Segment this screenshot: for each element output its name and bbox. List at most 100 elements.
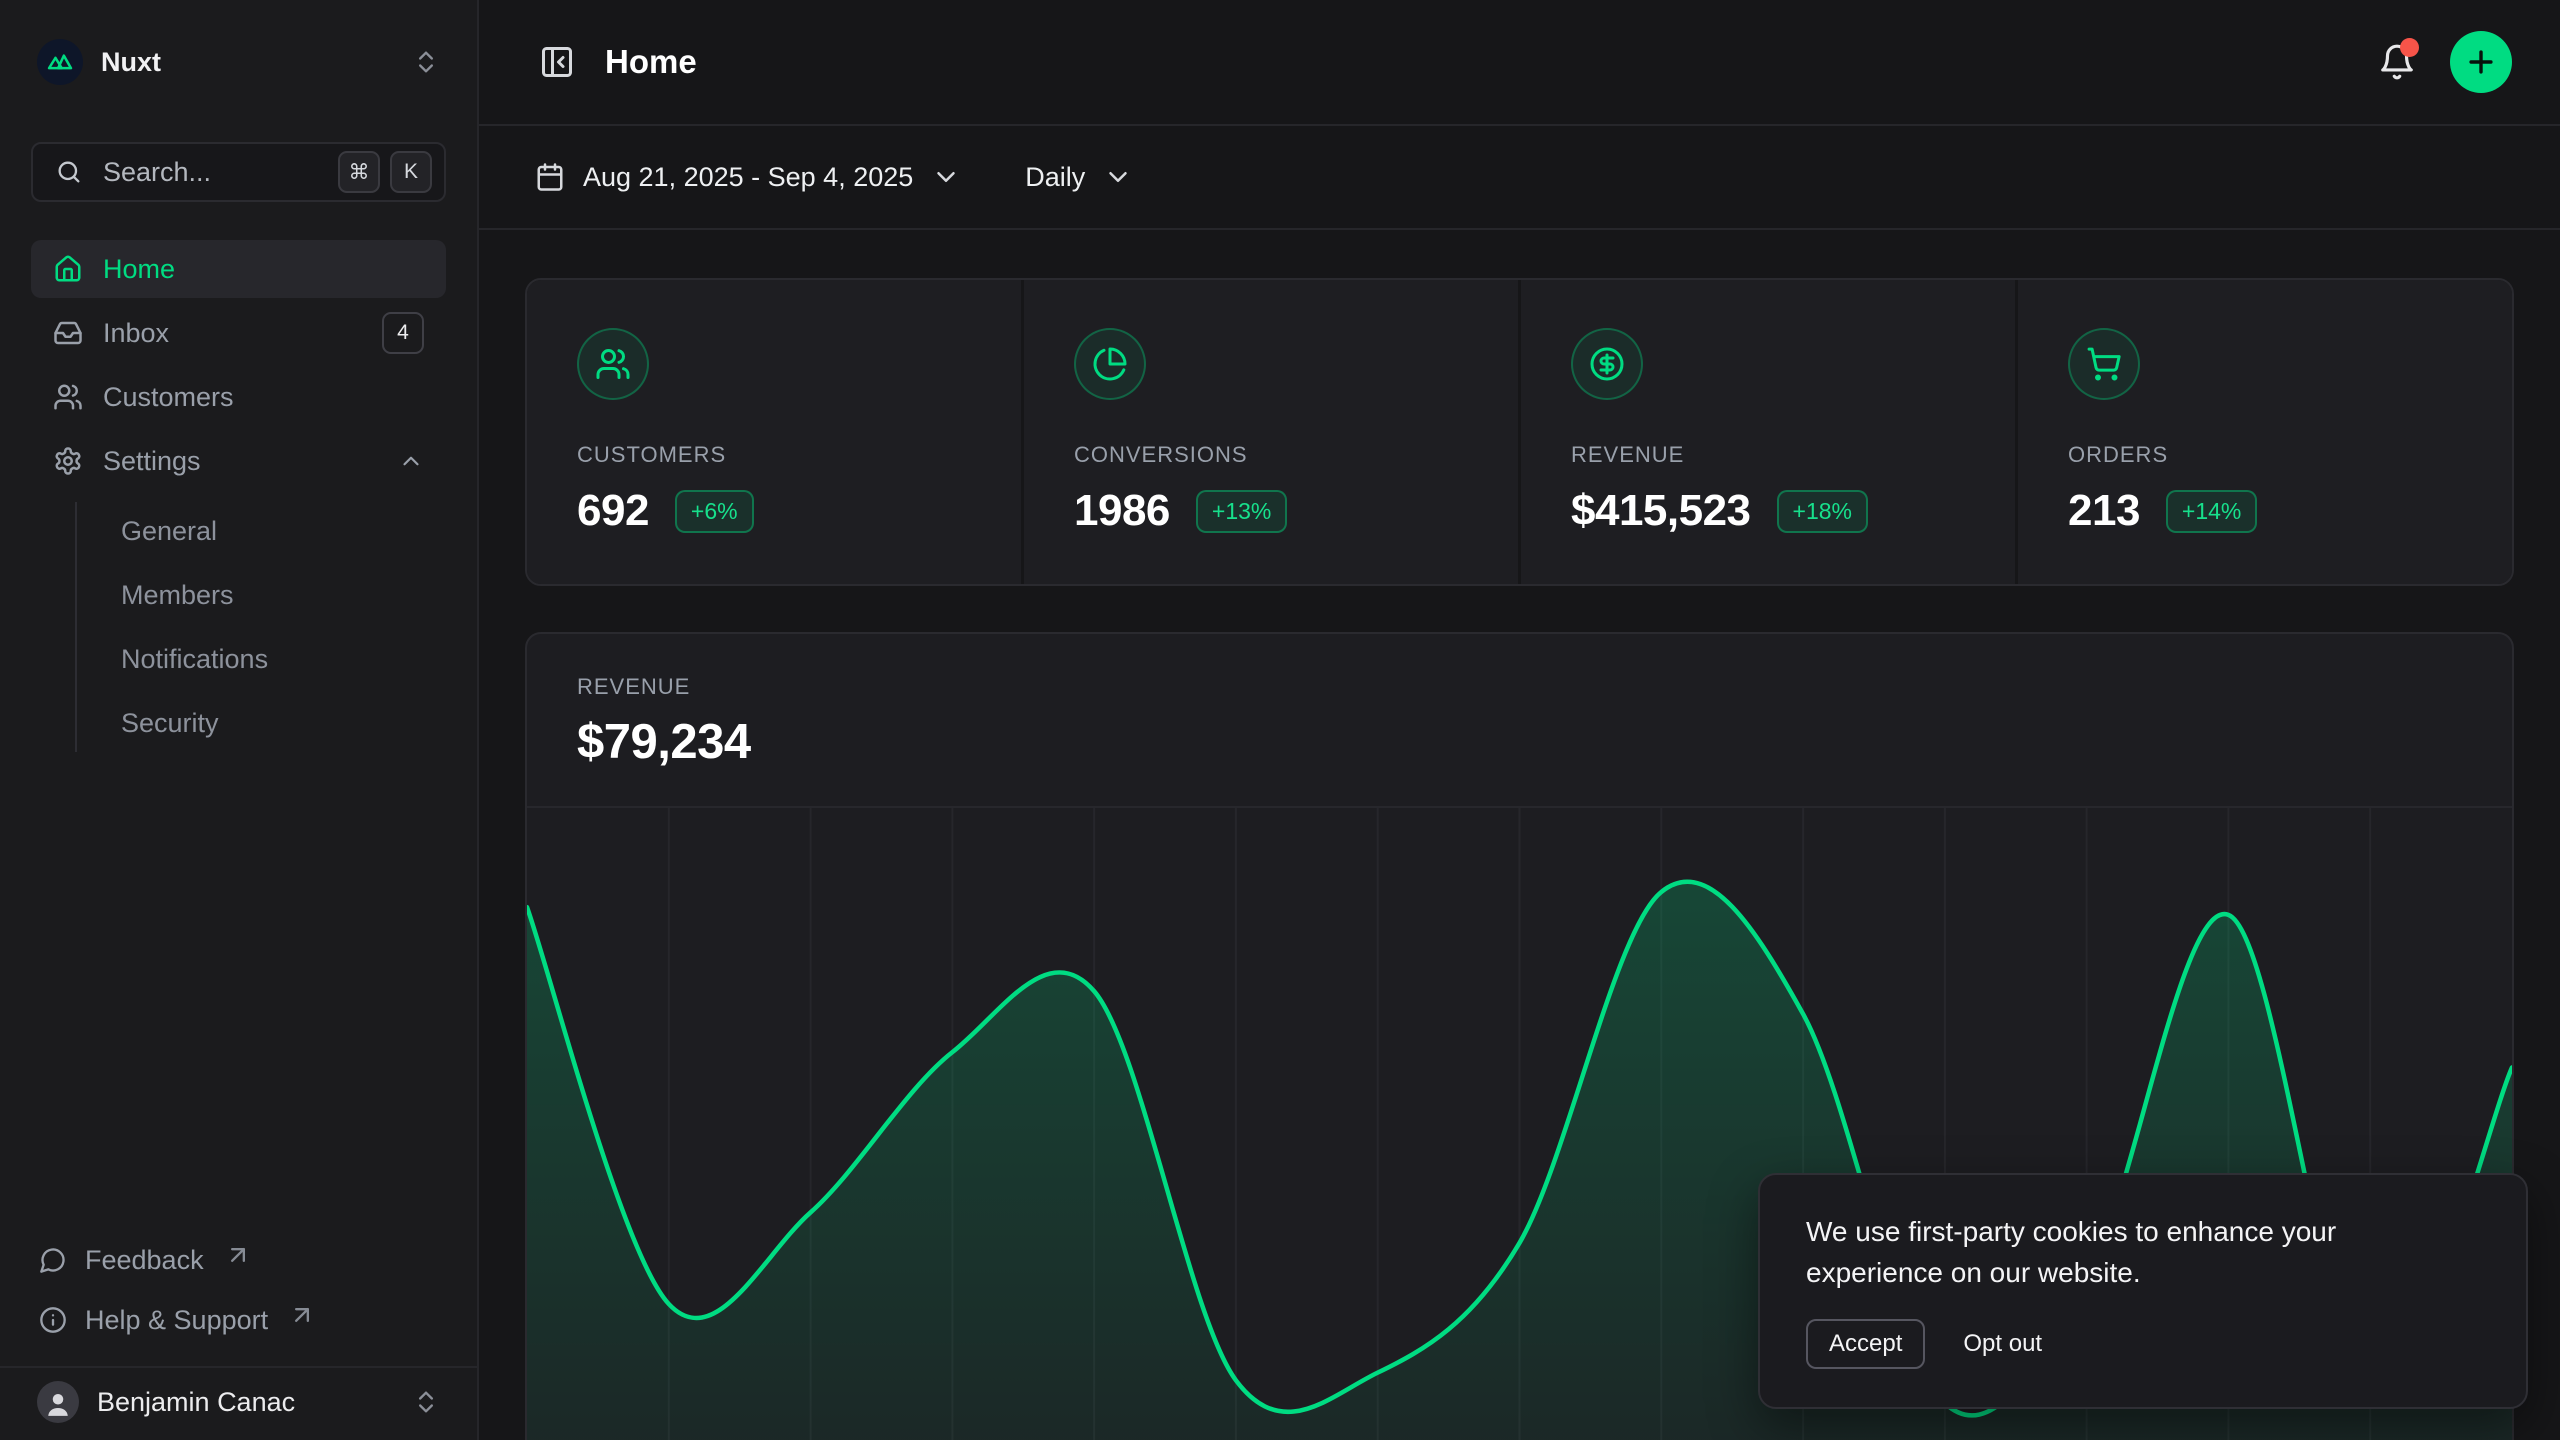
- stat-icon-wrap: [1571, 328, 1643, 400]
- external-link-icon: [288, 1301, 316, 1329]
- stat-label: CUSTOMERS: [577, 442, 971, 468]
- stat-icon-wrap: [2068, 328, 2140, 400]
- search-icon: [55, 158, 83, 186]
- opt-out-button[interactable]: Opt out: [1963, 1330, 2042, 1358]
- sidebar-item-settings[interactable]: Settings: [31, 432, 446, 490]
- gear-icon: [53, 446, 83, 476]
- sidebar-item-general[interactable]: General: [111, 502, 446, 560]
- sidebar-collapse-button[interactable]: [535, 40, 579, 84]
- chevron-down-icon: [931, 162, 961, 192]
- stat-delta-badge: +13%: [1196, 490, 1287, 533]
- stat-card-customers[interactable]: CUSTOMERS 692 +6%: [527, 280, 1021, 584]
- settings-subnav: General Members Notifications Security: [75, 502, 446, 752]
- cookie-message: We use first-party cookies to enhance yo…: [1806, 1211, 2456, 1293]
- stat-icon-wrap: [577, 328, 649, 400]
- users-icon: [53, 382, 83, 412]
- revenue-chart-label: REVENUE: [577, 674, 2462, 700]
- inbox-icon: [53, 318, 83, 348]
- user-name: Benjamin Canac: [97, 1387, 295, 1418]
- feedback-label: Feedback: [85, 1245, 204, 1276]
- cookie-banner: We use first-party cookies to enhance yo…: [1758, 1173, 2528, 1409]
- chevron-up-icon: [398, 448, 424, 474]
- stat-value: 213: [2068, 486, 2140, 536]
- stat-card-orders[interactable]: ORDERS 213 +14%: [2018, 280, 2512, 584]
- date-range-value: Aug 21, 2025 - Sep 4, 2025: [583, 162, 913, 193]
- cart-icon: [2086, 346, 2122, 382]
- panel-left-close-icon: [539, 44, 575, 80]
- notifications-button[interactable]: [2374, 39, 2420, 85]
- sidebar-item-notifications[interactable]: Notifications: [111, 630, 446, 688]
- chevrons-up-down-icon: [412, 1388, 440, 1416]
- add-button[interactable]: [2450, 31, 2512, 93]
- message-circle-icon: [39, 1246, 67, 1274]
- header-actions: [2374, 31, 2512, 93]
- home-icon: [53, 254, 83, 284]
- workspace-selector[interactable]: Nuxt: [31, 36, 446, 88]
- sidebar-footer-links: Feedback Help & Support: [31, 1232, 446, 1358]
- stat-delta-badge: +18%: [1777, 490, 1868, 533]
- sidebar: Nuxt Search... ⌘ K Home Inbox 4 Cu: [0, 0, 479, 1440]
- stat-value: 1986: [1074, 486, 1170, 536]
- search-shortcut: ⌘ K: [338, 151, 432, 193]
- search-input[interactable]: Search... ⌘ K: [31, 142, 446, 202]
- sidebar-item-label: Inbox: [103, 318, 169, 349]
- plus-icon: [2464, 45, 2498, 79]
- nuxt-logo: [37, 39, 83, 85]
- feedback-link[interactable]: Feedback: [31, 1232, 446, 1288]
- pie-chart-icon: [1092, 346, 1128, 382]
- stat-icon-wrap: [1074, 328, 1146, 400]
- stat-delta-badge: +6%: [675, 490, 754, 533]
- page-title: Home: [605, 43, 697, 81]
- sidebar-nav: Home Inbox 4 Customers Settings General: [31, 240, 446, 752]
- period-value: Daily: [1025, 162, 1085, 193]
- user-menu[interactable]: Benjamin Canac: [0, 1366, 477, 1440]
- sidebar-subitem-label: Notifications: [121, 644, 268, 675]
- workspace-name: Nuxt: [101, 47, 161, 78]
- stat-card-revenue[interactable]: REVENUE $415,523 +18%: [1521, 280, 2015, 584]
- stat-delta-badge: +14%: [2166, 490, 2257, 533]
- stat-label: ORDERS: [2068, 442, 2462, 468]
- page-header: Home: [479, 0, 2560, 126]
- sidebar-item-inbox[interactable]: Inbox 4: [31, 304, 446, 362]
- sidebar-item-members[interactable]: Members: [111, 566, 446, 624]
- date-range-picker[interactable]: Aug 21, 2025 - Sep 4, 2025: [535, 162, 961, 193]
- users-icon: [595, 346, 631, 382]
- sidebar-subitem-label: Security: [121, 708, 219, 739]
- stat-value: $415,523: [1571, 486, 1751, 536]
- info-circle-icon: [39, 1306, 67, 1334]
- help-support-link[interactable]: Help & Support: [31, 1292, 446, 1348]
- notification-dot: [2400, 38, 2419, 57]
- accept-button[interactable]: Accept: [1806, 1319, 1925, 1369]
- kbd-cmd: ⌘: [338, 151, 380, 193]
- stats-grid: CUSTOMERS 692 +6% CONVERSIONS 1986 +13%: [525, 278, 2514, 586]
- stat-label: CONVERSIONS: [1074, 442, 1468, 468]
- revenue-chart-total: $79,234: [577, 714, 2462, 770]
- external-link-icon: [224, 1241, 252, 1269]
- filters-toolbar: Aug 21, 2025 - Sep 4, 2025 Daily: [479, 126, 2560, 230]
- sidebar-item-security[interactable]: Security: [111, 694, 446, 752]
- sidebar-item-customers[interactable]: Customers: [31, 368, 446, 426]
- sidebar-spacer: [31, 752, 446, 1232]
- calendar-icon: [535, 162, 565, 192]
- stat-label: REVENUE: [1571, 442, 1965, 468]
- sidebar-item-home[interactable]: Home: [31, 240, 446, 298]
- stat-value: 692: [577, 486, 649, 536]
- app-root: Nuxt Search... ⌘ K Home Inbox 4 Cu: [0, 0, 2560, 1440]
- kbd-k: K: [390, 151, 432, 193]
- chevrons-up-down-icon: [412, 48, 440, 76]
- search-placeholder: Search...: [103, 157, 318, 188]
- inbox-count-badge: 4: [382, 312, 424, 354]
- help-support-label: Help & Support: [85, 1305, 268, 1336]
- chevron-down-icon: [1103, 162, 1133, 192]
- sidebar-subitem-label: Members: [121, 580, 234, 611]
- sidebar-item-label: Customers: [103, 382, 234, 413]
- cookie-actions: Accept Opt out: [1806, 1319, 2480, 1369]
- sidebar-subitem-label: General: [121, 516, 217, 547]
- circle-dollar-icon: [1589, 346, 1625, 382]
- period-select[interactable]: Daily: [1025, 162, 1133, 193]
- sidebar-item-label: Home: [103, 254, 175, 285]
- avatar: [37, 1381, 79, 1423]
- revenue-chart-header: REVENUE $79,234: [527, 634, 2512, 806]
- stat-card-conversions[interactable]: CONVERSIONS 1986 +13%: [1024, 280, 1518, 584]
- sidebar-item-label: Settings: [103, 446, 201, 477]
